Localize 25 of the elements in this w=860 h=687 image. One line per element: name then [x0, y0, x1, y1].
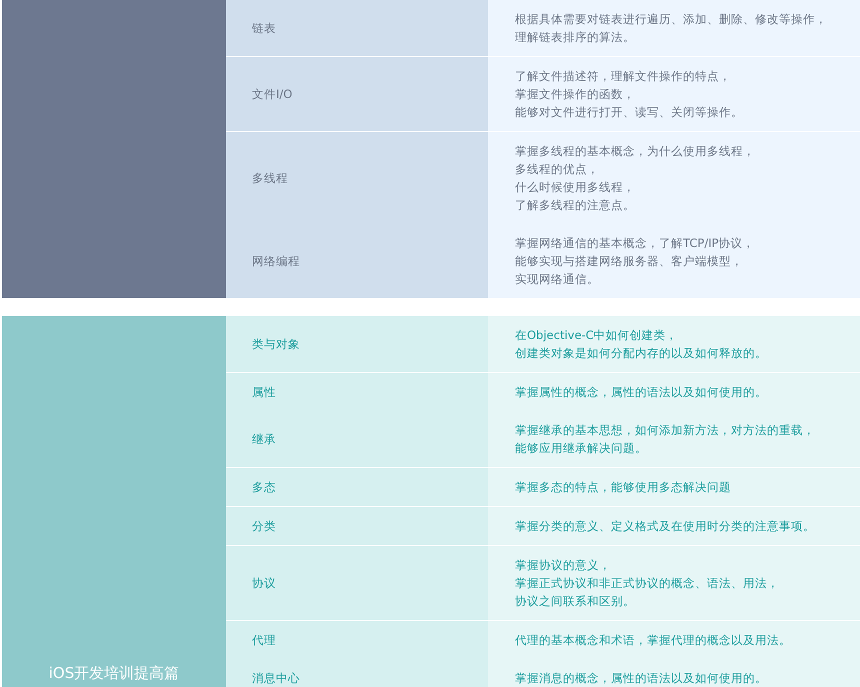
topic-cell: 类与对象: [226, 316, 488, 372]
description-cell: 掌握属性的概念，属性的语法以及如何使用的。: [488, 373, 860, 411]
description-cell: 了解文件描述符，理解文件操作的特点， 掌握文件操作的函数， 能够对文件进行打开、读写、关闭等操作。: [488, 57, 860, 131]
topic-cell: 多态: [226, 468, 488, 506]
topic-cell: 代理: [226, 621, 488, 659]
description-cell: 掌握消息的概念，属性的语法以及如何使用的。: [488, 659, 860, 687]
topic-cell: 分类: [226, 507, 488, 545]
topic-cell: 属性: [226, 373, 488, 411]
topic-cell: 协议: [226, 546, 488, 620]
section-title: iOS开发培训提高篇: [48, 664, 180, 683]
description-cell: 根据具体需要对链表进行遍历、添加、删除、修改等操作， 理解链表排序的算法。: [488, 0, 860, 56]
description-cell: 掌握多线程的基本概念，为什么使用多线程， 多线程的优点， 什么时候使用多线程， 了解多线程的注意点。: [488, 132, 860, 224]
description-cell: 掌握分类的意义、定义格式及在使用时分类的注意事项。: [488, 507, 860, 545]
topic-cell: 链表: [226, 0, 488, 56]
description-cell: 掌握多态的特点，能够使用多态解决问题: [488, 468, 860, 506]
topic-cell: 多线程: [226, 132, 488, 224]
topic-cell: 网络编程: [226, 224, 488, 298]
topic-cell: 继承: [226, 411, 488, 467]
description-cell: 在Objective-C中如何创建类， 创建类对象是如何分配内存的以及如何释放的。: [488, 316, 860, 372]
description-cell: 掌握网络通信的基本概念，了解TCP/IP协议， 能够实现与搭建网络服务器、客户端模型， 实现网络通信。: [488, 224, 860, 298]
topic-cell: 消息中心: [226, 659, 488, 687]
description-cell: 掌握继承的基本思想，如何添加新方法，对方法的重载， 能够应用继承解决问题。: [488, 411, 860, 467]
description-cell: 代理的基本概念和术语，掌握代理的概念以及用法。: [488, 621, 860, 659]
topic-cell: 文件I/O: [226, 57, 488, 131]
description-cell: 掌握协议的意义， 掌握正式协议和非正式协议的概念、语法、用法， 协议之间联系和区别。: [488, 546, 860, 620]
